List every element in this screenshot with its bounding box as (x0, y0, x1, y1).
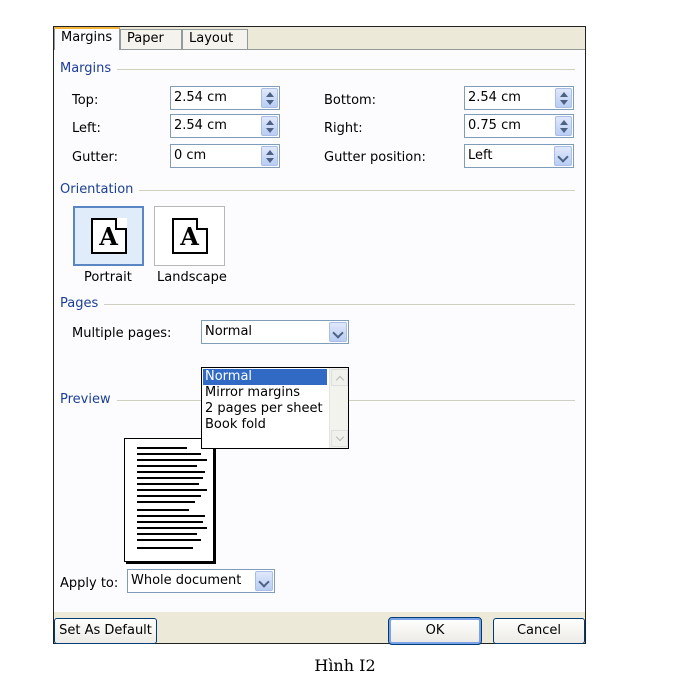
tab-layout[interactable]: Layout (182, 29, 248, 49)
preview-page-thumbnail (124, 438, 214, 562)
chevron-down-icon[interactable] (255, 571, 273, 591)
spin-arrows-icon[interactable] (261, 88, 278, 108)
tab-paper[interactable]: Paper (120, 29, 182, 49)
bottom-label: Bottom: (324, 93, 377, 108)
top-margin-value: 2.54 cm (174, 90, 227, 105)
portrait-page-icon: A (90, 218, 127, 254)
gutter-position-label: Gutter position: (324, 150, 426, 165)
bottom-margin-value: 2.54 cm (468, 90, 521, 105)
left-margin-spinner[interactable]: 2.54 cm (170, 114, 280, 138)
dropdown-option-book-fold[interactable]: Book fold (203, 417, 266, 433)
bottom-margin-spinner[interactable]: 2.54 cm (464, 86, 574, 110)
chevron-down-icon[interactable] (329, 322, 347, 342)
spin-arrows-icon[interactable] (555, 88, 572, 108)
chevron-down-icon[interactable] (554, 146, 572, 166)
top-label: Top: (72, 93, 99, 108)
spin-arrows-icon[interactable] (261, 116, 278, 136)
section-title-pages: Pages (60, 296, 105, 311)
section-title-preview: Preview (60, 392, 117, 407)
figure-caption: Hình I2 (314, 656, 376, 675)
margins-panel: Margins Top: 2.54 cm Bottom: 2.54 cm Lef… (54, 49, 585, 612)
set-as-default-button[interactable]: Set As Default (54, 618, 157, 644)
section-rule (60, 69, 575, 70)
dropdown-option-mirror-margins[interactable]: Mirror margins (203, 385, 300, 401)
portrait-button[interactable]: A (73, 206, 144, 266)
scroll-down-icon[interactable] (331, 430, 348, 447)
apply-to-select[interactable]: Whole document (127, 569, 275, 593)
section-title-orientation: Orientation (60, 182, 140, 197)
page-setup-dialog: Margins Paper Layout Margins Top: 2.54 c… (53, 26, 586, 645)
multiple-pages-value: Normal (205, 324, 253, 339)
apply-to-value: Whole document (131, 573, 242, 588)
multiple-pages-select[interactable]: Normal (201, 320, 349, 344)
right-margin-value: 0.75 cm (468, 118, 521, 133)
landscape-label: Landscape (157, 270, 227, 285)
left-label: Left: (72, 121, 101, 136)
gutter-value: 0 cm (174, 148, 207, 163)
gutter-spinner[interactable]: 0 cm (170, 144, 280, 168)
multiple-pages-label: Multiple pages: (72, 326, 172, 341)
apply-to-label: Apply to: (60, 576, 119, 591)
landscape-page-icon: A (171, 218, 208, 254)
section-rule (60, 304, 575, 305)
right-margin-spinner[interactable]: 0.75 cm (464, 114, 574, 138)
tab-margins[interactable]: Margins (54, 27, 120, 50)
gutter-label: Gutter: (72, 150, 119, 165)
spin-arrows-icon[interactable] (261, 146, 278, 166)
section-title-margins: Margins (60, 61, 118, 76)
left-margin-value: 2.54 cm (174, 118, 227, 133)
cancel-button[interactable]: Cancel (493, 618, 585, 644)
dropdown-option-normal[interactable]: Normal (203, 369, 327, 385)
multiple-pages-dropdown-list: Normal Mirror margins 2 pages per sheet … (201, 367, 349, 449)
dropdown-scrollbar[interactable] (329, 368, 348, 448)
spin-arrows-icon[interactable] (555, 116, 572, 136)
ok-button[interactable]: OK (388, 617, 482, 645)
top-margin-spinner[interactable]: 2.54 cm (170, 86, 280, 110)
gutter-position-value: Left (468, 148, 493, 163)
portrait-label: Portrait (84, 270, 132, 285)
dropdown-option-2-pages-per-sheet[interactable]: 2 pages per sheet (203, 401, 323, 417)
right-label: Right: (324, 121, 363, 136)
gutter-position-select[interactable]: Left (464, 144, 574, 168)
landscape-button[interactable]: A (154, 206, 225, 266)
scroll-up-icon[interactable] (331, 369, 348, 386)
